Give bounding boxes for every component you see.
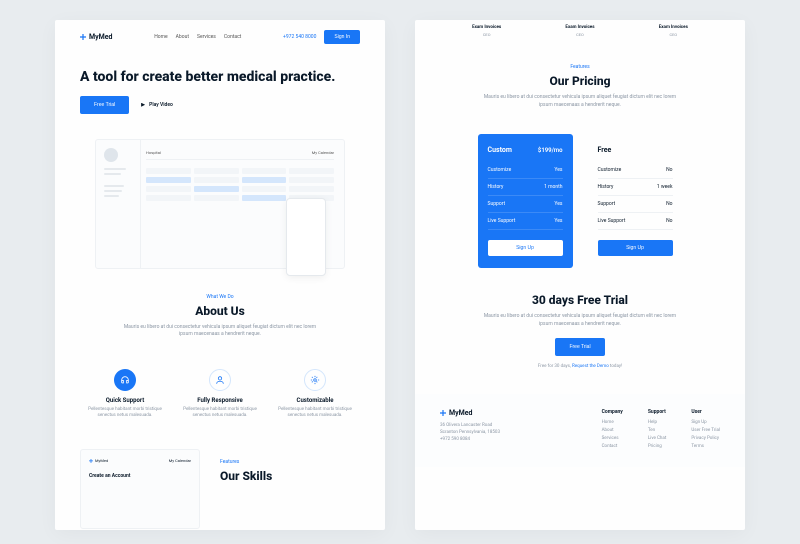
pricing-card-free: Free CustomizeNo History1 week SupportNo…	[588, 134, 683, 268]
feature-support: Quick Support Pellentesque habitant morb…	[85, 369, 165, 420]
nav-contact[interactable]: Contact	[224, 34, 241, 40]
trial-button[interactable]: Free Trial	[555, 338, 604, 356]
feature-customizable: Customizable Pellentesque habitant morbi…	[275, 369, 355, 420]
nav-services[interactable]: Services	[197, 34, 216, 40]
footer-col-company: Company Home About Services Contact	[602, 409, 623, 452]
landing-page-bottom: Exam InvoicesCEO Exam InvoicesCEO Exam I…	[415, 20, 745, 530]
play-icon	[141, 103, 145, 107]
landing-page-top: MyMed Home About Services Contact +972 5…	[55, 20, 385, 530]
features-row: Quick Support Pellentesque habitant morb…	[55, 354, 385, 435]
phone-mockup	[286, 198, 326, 276]
footer: MyMed 36 Olivera Lancaster Road Scranton…	[415, 394, 745, 467]
nav-links: Home About Services Contact	[154, 34, 241, 40]
request-demo-link[interactable]: Request the Demo	[572, 364, 609, 369]
signin-button[interactable]: Sign In	[324, 30, 360, 44]
phone-number[interactable]: +972 540 8000	[283, 34, 316, 40]
about-title: About Us	[80, 304, 360, 318]
logo[interactable]: MyMed	[80, 33, 113, 41]
hero-title: A tool for create better medical practic…	[80, 69, 360, 86]
play-video-button[interactable]: Play Video	[141, 102, 173, 108]
about-section: What We Do About Us Mauris eu libero at …	[55, 279, 385, 354]
signup-custom-button[interactable]: Sign Up	[488, 240, 563, 256]
user-icon	[209, 369, 231, 391]
nav-home[interactable]: Home	[154, 34, 167, 40]
skills-title: Our Skills	[220, 469, 360, 483]
pricing-card-custom: Custom$199/mo CustomizeYes History1 mont…	[478, 134, 573, 268]
signup-free-button[interactable]: Sign Up	[598, 240, 673, 256]
trial-section: 30 days Free Trial Mauris eu libero at d…	[415, 278, 745, 384]
skills-section: MyMed My Calendar Create an Account Feat…	[55, 434, 385, 544]
plus-icon	[440, 410, 446, 416]
plus-icon	[80, 34, 86, 40]
trial-title: 30 days Free Trial	[440, 293, 720, 307]
pricing-cards: Custom$199/mo CustomizeYes History1 mont…	[415, 124, 745, 278]
footer-col-user: User Sign Up User Free Trial Privacy Pol…	[691, 409, 720, 452]
footer-col-support: Support Help Ten Live Chat Pricing	[648, 409, 667, 452]
feature-responsive: Fully Responsive Pellentesque habitant m…	[180, 369, 260, 420]
gear-icon	[304, 369, 326, 391]
nav-about[interactable]: About	[176, 34, 189, 40]
hero: A tool for create better medical practic…	[55, 54, 385, 129]
headset-icon	[114, 369, 136, 391]
product-mockup: HospitalMy Calendar	[55, 129, 385, 279]
footer-logo[interactable]: MyMed	[440, 409, 577, 417]
navbar: MyMed Home About Services Contact +972 5…	[55, 20, 385, 54]
pricing-section: Features Our Pricing Mauris eu libero at…	[415, 49, 745, 124]
avatar	[104, 148, 118, 162]
team-boxes: Exam InvoicesCEO Exam InvoicesCEO Exam I…	[415, 20, 745, 49]
free-trial-button[interactable]: Free Trial	[80, 96, 129, 114]
pricing-title: Our Pricing	[440, 74, 720, 88]
